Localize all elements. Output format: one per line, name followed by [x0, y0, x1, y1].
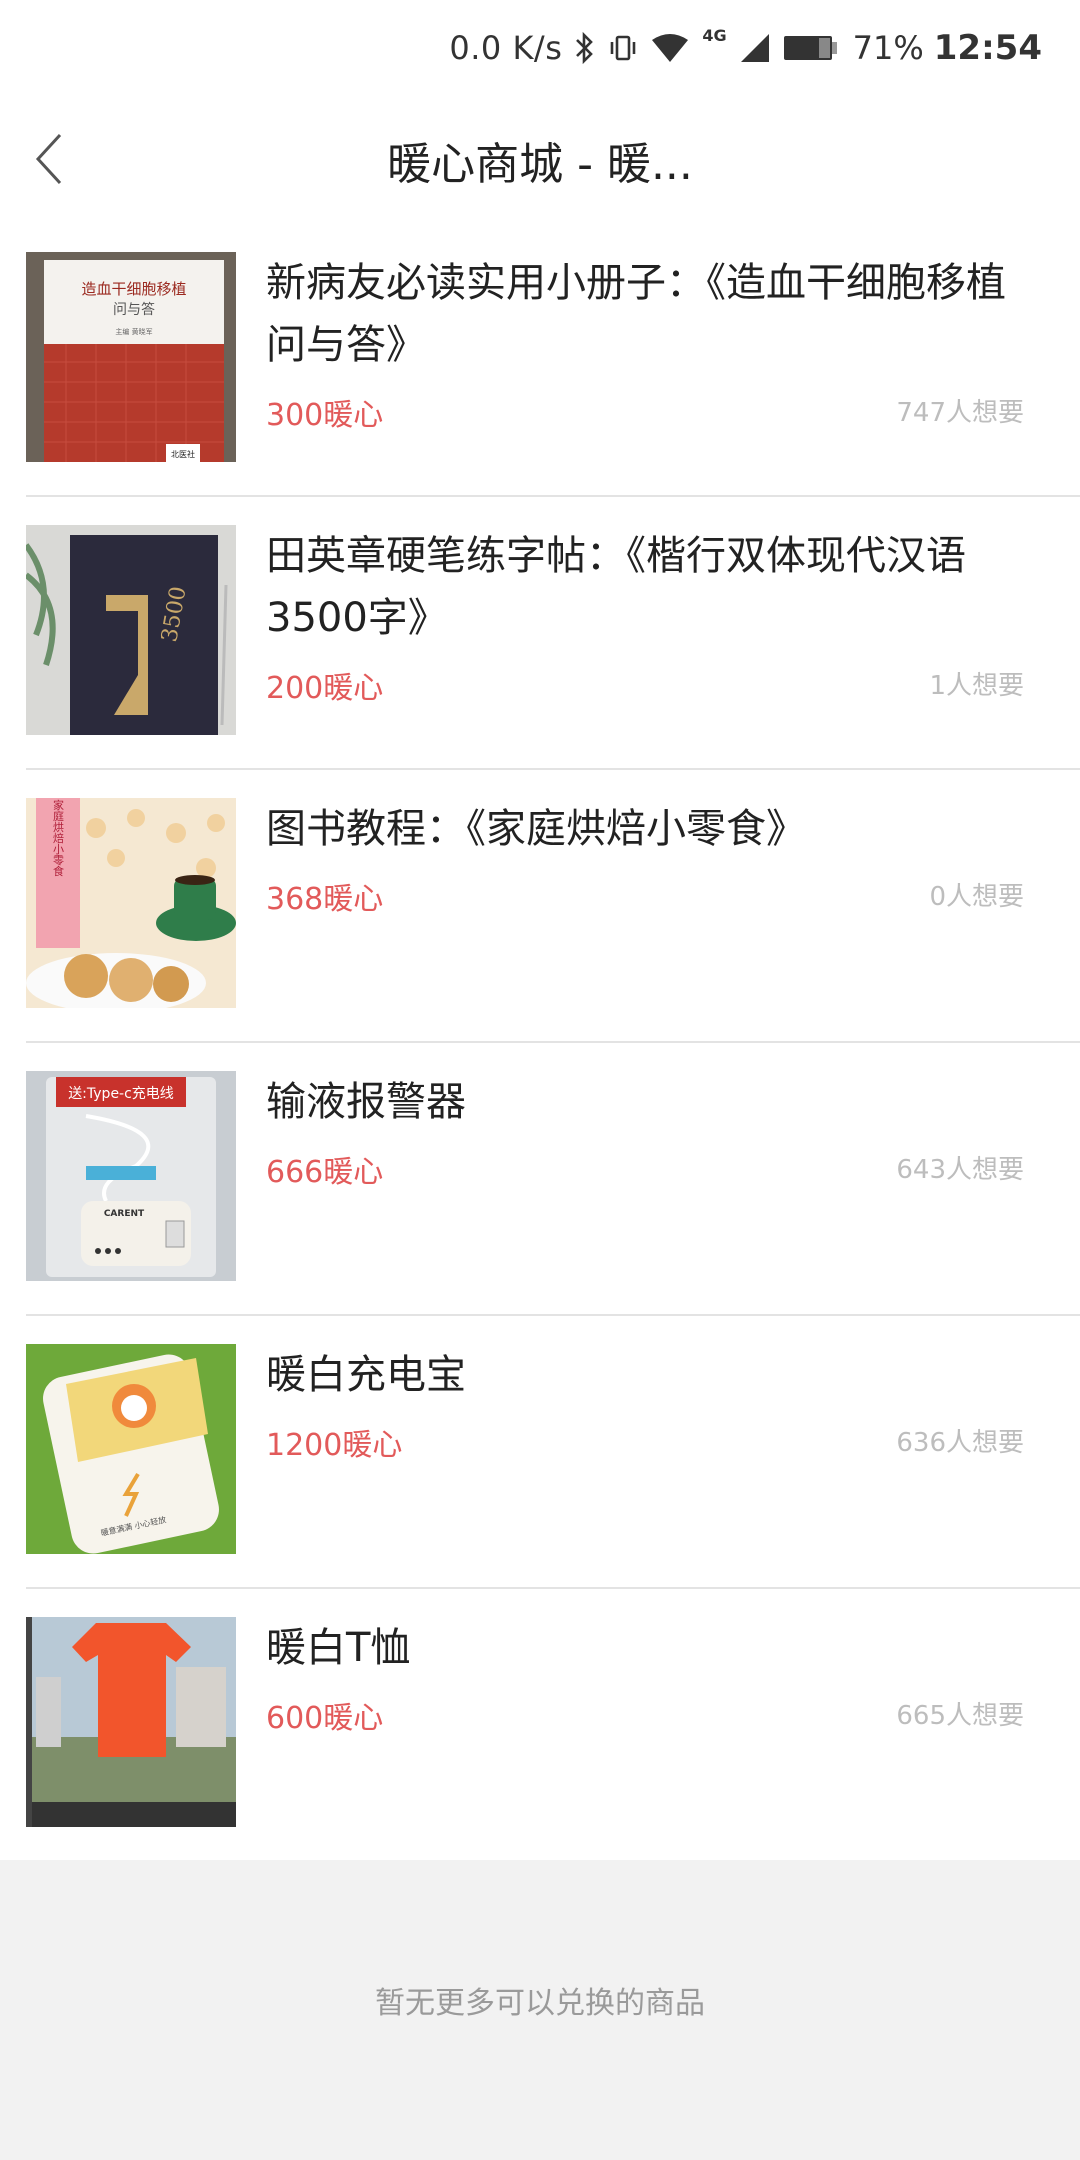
product-title: 输液报警器 [266, 1079, 466, 1125]
product-price: 666暖心 [266, 1155, 384, 1190]
svg-text:家庭烘焙小零食: 家庭烘焙小零食 [52, 798, 65, 877]
product-price: 200暖心 [266, 671, 384, 706]
svg-text:CARENT: CARENT [104, 1209, 145, 1219]
want-count: 0人想要 [929, 882, 1024, 912]
product-item[interactable]: 3500 田英章硬笔练字帖：《楷行双体现代汉语3500字》 200暖心 1人想要 [0, 497, 1080, 770]
signal-icon [739, 32, 771, 64]
want-count: 636人想要 [896, 1428, 1024, 1458]
svg-text:主编 黄晓军: 主编 黄晓军 [115, 327, 152, 336]
product-list: 造血干细胞移植 问与答 主编 黄晓军 北医社 新病友必读实用小册子：《造血干细胞… [0, 224, 1080, 1862]
product-thumbnail: 暖意满满 小心轻放 [26, 1344, 236, 1554]
app-header: 暖心商城 - 暖... [0, 96, 1080, 224]
clock: 12:54 [933, 28, 1042, 68]
product-title: 暖白T恤 [266, 1625, 411, 1671]
product-thumbnail: 家庭烘焙小零食 [26, 798, 236, 1008]
no-more-text: 暂无更多可以兑换的商品 [375, 1986, 705, 2021]
book-title-text: 造血干细胞移植 [81, 280, 186, 298]
vibrate-icon [608, 33, 638, 63]
status-bar: 0.0 K/s 4G 71% 12:54 [0, 0, 1080, 96]
svg-text:送:Type-c充电线: 送:Type-c充电线 [68, 1086, 174, 1102]
product-title: 暖白充电宝 [266, 1352, 466, 1398]
want-count: 643人想要 [896, 1155, 1024, 1185]
product-title: 新病友必读实用小册子：《造血干细胞移植问与答》 [266, 260, 1006, 368]
no-more-footer: 暂无更多可以兑换的商品 [0, 1860, 1080, 2160]
product-item[interactable]: 暖意满满 小心轻放 暖白充电宝 1200暖心 636人想要 [0, 1316, 1080, 1589]
want-count: 665人想要 [896, 1701, 1024, 1731]
product-item[interactable]: 造血干细胞移植 问与答 主编 黄晓军 北医社 新病友必读实用小册子：《造血干细胞… [0, 224, 1080, 497]
want-count: 747人想要 [896, 398, 1024, 428]
wifi-icon [650, 32, 690, 64]
bluetooth-icon [574, 31, 596, 65]
page-title: 暖心商城 - 暖... [387, 139, 693, 190]
product-item[interactable]: 家庭烘焙小零食 图书教程：《家庭烘焙小零食》 368暖心 0人想要 [0, 770, 1080, 1043]
product-price: 368暖心 [266, 882, 384, 917]
product-title: 田英章硬笔练字帖：《楷行双体现代汉语3500字》 [266, 533, 966, 641]
svg-text:北医社: 北医社 [171, 449, 195, 459]
product-price: 300暖心 [266, 398, 384, 433]
4g-icon: 4G [702, 26, 727, 45]
product-item[interactable]: 暖白T恤 600暖心 665人想要 [0, 1589, 1080, 1862]
battery-percentage: 71% [852, 29, 924, 67]
product-price: 1200暖心 [266, 1428, 403, 1463]
product-thumbnail: 造血干细胞移植 问与答 主编 黄晓军 北医社 [26, 252, 236, 462]
product-price: 600暖心 [266, 1701, 384, 1736]
battery-icon [783, 33, 839, 63]
want-count: 1人想要 [929, 671, 1024, 701]
product-title: 图书教程：《家庭烘焙小零食》 [266, 806, 806, 852]
product-thumbnail: 3500 [26, 525, 236, 735]
product-thumbnail: 送:Type-c充电线 CARENT [26, 1071, 236, 1281]
network-speed: 0.0 K/s [449, 29, 563, 67]
svg-text:问与答: 问与答 [113, 301, 155, 318]
product-thumbnail [26, 1617, 236, 1827]
product-item[interactable]: 送:Type-c充电线 CARENT 输液报警器 666暖心 643人想要 [0, 1043, 1080, 1316]
